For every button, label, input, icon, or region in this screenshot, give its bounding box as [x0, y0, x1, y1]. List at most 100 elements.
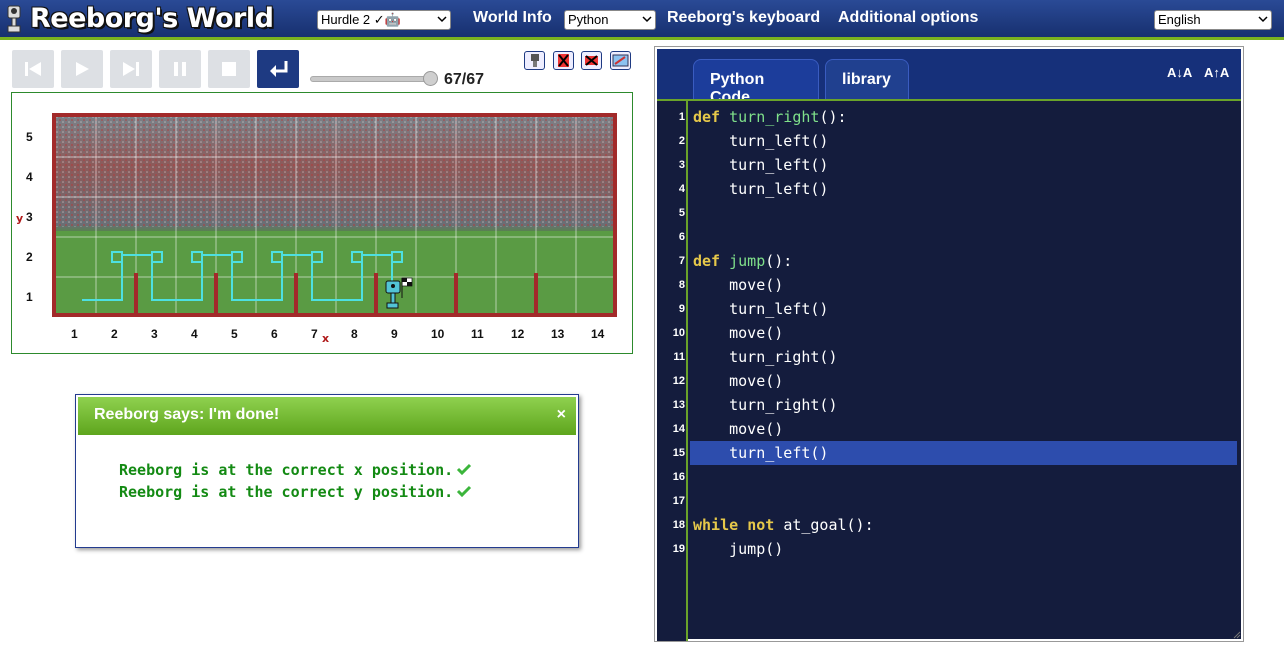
world-editor-button[interactable] — [610, 51, 631, 70]
x-axis-tick-6: 6 — [271, 327, 278, 341]
code-line[interactable]: while not at_goal(): — [693, 513, 874, 537]
world-select-value: Hurdle 2 ✓🤖 — [321, 12, 401, 27]
stop-button[interactable] — [208, 50, 250, 88]
dialog-message-x: Reeborg is at the correct x position. — [119, 461, 472, 479]
code-token-rest: move() — [729, 420, 784, 438]
top-navigation-bar: Reeborg's World Hurdle 2 ✓🤖 World Info P… — [0, 0, 1284, 40]
code-token-indent — [693, 324, 729, 342]
robot-icon — [531, 54, 539, 67]
ui-language-select[interactable]: English — [1154, 10, 1272, 30]
code-token-indent — [693, 180, 729, 198]
line-number: 13 — [672, 399, 685, 411]
code-token-kw: def — [693, 108, 730, 126]
code-line[interactable]: turn_left() — [693, 177, 828, 201]
reload-world-button[interactable] — [257, 50, 299, 88]
line-number: 10 — [672, 327, 685, 339]
delete-robot-button[interactable] — [553, 51, 574, 70]
x-axis-tick-11: 11 — [471, 327, 484, 341]
x-axis-tick-14: 14 — [591, 327, 605, 341]
code-line[interactable]: turn_left() — [693, 153, 828, 177]
run-button[interactable] — [61, 50, 103, 88]
code-token-rest: turn_left() — [729, 300, 829, 318]
code-token-indent — [693, 276, 729, 294]
code-token-rest: turn_left() — [729, 444, 829, 462]
app-title: Reeborg's World — [30, 3, 274, 34]
x-axis-tick-12: 12 — [511, 327, 525, 341]
dialog-title-bar[interactable]: Reeborg says: I'm done! × — [78, 397, 576, 435]
font-decrease-button[interactable]: A↓A — [1167, 65, 1192, 80]
line-number: 2 — [678, 135, 685, 147]
x-axis-tick-7: 7 — [311, 327, 318, 341]
code-line[interactable]: def jump(): — [693, 249, 792, 273]
code-area[interactable]: 1 2 3 4 5 6 7 8 9 10 11 12 13 14 15 16 17 18 19 def turn_r… — [657, 99, 1241, 641]
code-line[interactable]: move() — [693, 417, 783, 441]
chevron-down-icon — [642, 16, 652, 23]
y-axis-tick-3: 3 — [26, 210, 33, 224]
message-text: Reeborg is at the correct x position. — [119, 461, 454, 479]
code-token-rest: move() — [729, 276, 784, 294]
y-axis-tick-5: 5 — [26, 130, 33, 144]
playback-slider-handle[interactable] — [423, 71, 438, 86]
code-token-indent — [693, 156, 729, 174]
code-line[interactable]: jump() — [693, 537, 783, 561]
code-token-fn: jump — [729, 252, 766, 270]
y-axis-title: y — [16, 212, 24, 225]
step-button[interactable] — [110, 50, 152, 88]
x-axis-tick-8: 8 — [351, 327, 358, 341]
chevron-down-icon — [437, 16, 447, 23]
line-number: 19 — [672, 543, 685, 555]
reeborg-keyboard-menu[interactable]: Reeborg's keyboard — [667, 9, 820, 27]
robot-tool-button[interactable] — [524, 51, 545, 70]
reload-button[interactable] — [12, 50, 54, 88]
resize-handle-icon[interactable] — [1233, 631, 1241, 639]
code-line[interactable]: turn_left() — [693, 297, 828, 321]
tab-python-code[interactable]: Python Code — [693, 59, 819, 106]
code-token-indent — [693, 348, 729, 366]
code-token-indent — [693, 420, 729, 438]
x-axis-tick-5: 5 — [231, 327, 238, 341]
ui-language-value: English — [1158, 12, 1201, 27]
code-line[interactable]: def turn_right(): — [693, 105, 847, 129]
line-number: 15 — [672, 447, 685, 459]
step-counter: 67/67 — [444, 71, 485, 88]
code-editor-panel: Python Code library A↓A A↑A 1 2 3 4 5 6 7 8 9 10 1… — [654, 46, 1244, 642]
code-token-rest: (): — [765, 252, 793, 270]
pause-button[interactable] — [159, 50, 201, 88]
world-edit-icon — [612, 54, 629, 67]
reeborg-logo-icon — [7, 5, 21, 33]
clear-world-button[interactable] — [581, 51, 602, 70]
delete-x-icon — [558, 54, 569, 67]
line-number: 9 — [678, 303, 685, 315]
world-grid — [52, 113, 617, 317]
play-icon — [76, 62, 89, 76]
code-token-indent — [693, 540, 729, 558]
y-axis-tick-1: 1 — [26, 290, 33, 304]
line-number: 8 — [678, 279, 685, 291]
tab-library[interactable]: library — [825, 59, 909, 99]
world-select[interactable]: Hurdle 2 ✓🤖 — [317, 10, 451, 30]
code-token-rest: jump() — [729, 540, 784, 558]
line-number: 12 — [672, 375, 685, 387]
editor-tab-bar: Python Code library A↓A A↑A — [657, 49, 1241, 106]
code-line[interactable]: turn_right() — [693, 393, 837, 417]
code-token-rest: at_goal(): — [783, 516, 874, 534]
code-line[interactable]: turn_right() — [693, 345, 838, 369]
font-increase-button[interactable]: A↑A — [1204, 65, 1229, 80]
code-line[interactable]: turn_left() — [693, 129, 828, 153]
line-number: 4 — [678, 183, 685, 195]
programming-language-select[interactable]: Python — [564, 10, 656, 30]
code-line[interactable]: move() — [693, 321, 783, 345]
playback-slider-track[interactable] — [310, 76, 436, 82]
additional-options-menu[interactable]: Additional options — [838, 9, 978, 27]
line-number: 6 — [678, 231, 685, 243]
code-line[interactable]: move() — [693, 273, 783, 297]
close-icon[interactable]: × — [557, 406, 566, 424]
code-token-indent — [693, 444, 729, 462]
line-number-gutter: 1 2 3 4 5 6 7 8 9 10 11 12 13 14 15 16 17 18 19 — [657, 101, 688, 641]
code-token-rest: move() — [729, 372, 784, 390]
code-line[interactable]: turn_left() — [693, 441, 828, 465]
code-line[interactable]: move() — [693, 369, 783, 393]
code-token-rest: turn_right() — [729, 348, 838, 366]
x-axis-tick-9: 9 — [391, 327, 398, 341]
world-info-menu[interactable]: World Info — [473, 9, 552, 27]
